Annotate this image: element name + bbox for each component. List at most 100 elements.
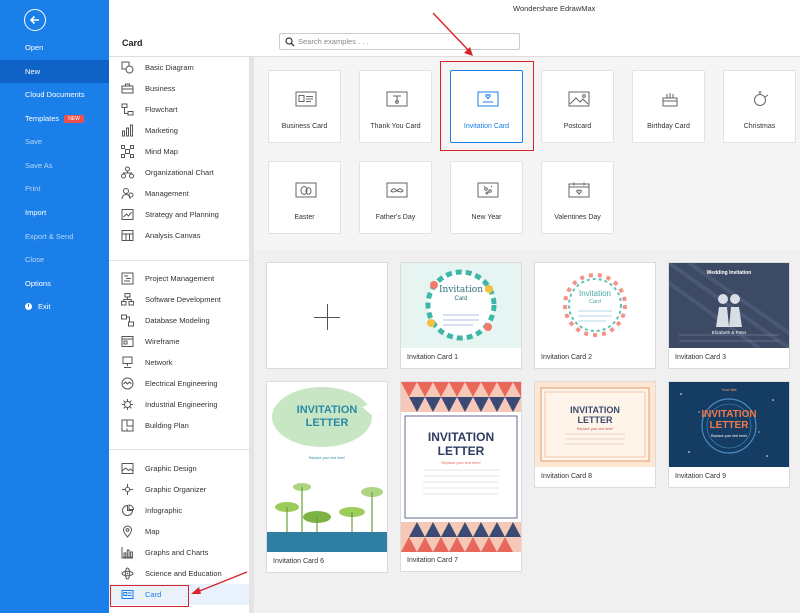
card-type-fathers-day[interactable]: Father's Day [359, 161, 432, 234]
card-type-label: Valentines Day [554, 214, 601, 221]
category-label: Software Development [145, 295, 221, 304]
category-analysis-canvas[interactable]: Analysis Canvas [109, 225, 250, 246]
category-strategy-planning[interactable]: Strategy and Planning [109, 204, 250, 225]
power-icon [25, 303, 32, 310]
category-electrical-engineering[interactable]: Electrical Engineering [109, 373, 250, 394]
category-marketing[interactable]: Marketing [109, 120, 250, 141]
nav-cloud-documents-label: Cloud Documents [25, 90, 85, 99]
nav-new[interactable]: New [0, 60, 109, 83]
nav-save-label: Save [25, 137, 43, 146]
template-thumbnail: Invitation Card [535, 263, 655, 348]
category-graphic-organizer[interactable]: Graphic Organizer [109, 479, 250, 500]
category-mind-map[interactable]: Mind Map [109, 141, 250, 162]
category-industrial-engineering[interactable]: Industrial Engineering [109, 394, 250, 415]
category-building-plan[interactable]: Building Plan [109, 415, 250, 436]
nav-cloud-documents[interactable]: Cloud Documents [0, 83, 109, 106]
thumb-body-text: Replace your text here! [308, 456, 346, 460]
card-type-thank-you-card[interactable]: Thank You Card [359, 70, 432, 143]
postcard-icon [568, 91, 590, 107]
category-wireframe[interactable]: Wireframe [109, 331, 250, 352]
electrical-icon [121, 377, 134, 390]
thumb-title: INVITATION LETTER [427, 430, 495, 458]
nav-print[interactable]: Print [0, 177, 109, 200]
category-business[interactable]: Business [109, 78, 250, 99]
nav-new-label: New [25, 67, 41, 76]
thumb-subtitle: Elizabeth & Peter [711, 330, 747, 335]
search-input[interactable] [298, 35, 513, 48]
card-type-easter[interactable]: Easter [268, 161, 341, 234]
category-project-management[interactable]: Project Management [109, 268, 250, 289]
category-label: Industrial Engineering [145, 400, 218, 409]
category-label: Strategy and Planning [145, 210, 219, 219]
card-type-birthday-card[interactable]: Birthday Card [632, 70, 705, 143]
nav-import[interactable]: Import [0, 201, 109, 224]
infographic-icon [122, 504, 134, 516]
template-invitation-card-1[interactable]: Invitation Card Invitation Card 1 [400, 262, 522, 369]
thumb-top-text: Your title [721, 387, 737, 392]
birthday-card-icon [662, 93, 678, 107]
category-map[interactable]: Map [109, 521, 250, 542]
template-invitation-card-2[interactable]: Invitation Card Invitation Card 2 [534, 262, 656, 369]
category-graphs-charts[interactable]: Graphs and Charts [109, 542, 250, 563]
nav-open-label: Open [25, 43, 44, 52]
nav-close[interactable]: Close [0, 248, 109, 271]
thumb-body-text: Replace your text here! [710, 434, 748, 438]
category-label: Database Modeling [145, 316, 210, 325]
nav-templates[interactable]: Templates NEW [0, 107, 109, 130]
nav-exit[interactable]: Exit [0, 295, 109, 318]
category-label: Wireframe [145, 337, 180, 346]
template-invitation-card-8[interactable]: INVITATION LETTER Replace your text here!… [534, 381, 656, 488]
category-label: Graphic Organizer [145, 485, 207, 494]
nav-open[interactable]: Open [0, 36, 109, 59]
new-badge: NEW [64, 115, 84, 123]
org-chart-icon [121, 166, 134, 179]
plus-icon [326, 304, 328, 330]
nav-import-label: Import [25, 208, 47, 217]
nav-print-label: Print [25, 184, 41, 193]
nav-save-as-label: Save As [25, 161, 53, 170]
christmas-icon [754, 91, 769, 106]
template-invitation-card-6[interactable]: INVITATION LETTER Replace your text here!… [266, 381, 388, 573]
category-network[interactable]: Network [109, 352, 250, 373]
category-flowchart[interactable]: Flowchart [109, 99, 250, 120]
card-type-label: Christmas [743, 123, 776, 130]
new-blank-template[interactable] [266, 262, 388, 369]
category-database-modeling[interactable]: Database Modeling [109, 310, 250, 331]
card-type-label: Thank You Card [370, 123, 421, 130]
card-type-valentines-day[interactable]: Valentines Day [541, 161, 614, 234]
template-invitation-card-9[interactable]: Your title INVITATION LETTER Replace your… [668, 381, 790, 488]
template-invitation-card-7[interactable]: INVITATION LETTER Replace your text here!… [400, 381, 522, 572]
nav-close-label: Close [25, 255, 45, 264]
valentines-icon [568, 182, 590, 198]
category-infographic[interactable]: Infographic [109, 500, 250, 521]
nav-options[interactable]: Options [0, 272, 109, 295]
template-label: Invitation Card 2 [541, 354, 592, 361]
category-basic-diagram[interactable]: Basic Diagram [109, 57, 250, 78]
software-icon [121, 293, 134, 306]
nav-save[interactable]: Save [0, 130, 109, 153]
category-management[interactable]: Management [109, 183, 250, 204]
category-organizational-chart[interactable]: Organizational Chart [109, 162, 250, 183]
triangle-pattern-graphic [401, 382, 521, 552]
category-graphic-design[interactable]: Graphic Design [109, 458, 250, 479]
thumb-body-text: Replace your text here! [576, 427, 614, 431]
back-arrow-icon[interactable] [24, 9, 46, 31]
card-type-new-year[interactable]: New Year [450, 161, 523, 234]
template-invitation-card-3[interactable]: Wedding Invitation Elizabeth & Peter Inv… [668, 262, 790, 369]
organizer-icon [122, 484, 133, 495]
card-type-christmas[interactable]: Christmas [723, 70, 796, 143]
industrial-icon [122, 399, 133, 410]
flowchart-icon [121, 103, 134, 116]
nav-templates-label: Templates [25, 114, 60, 123]
nav-save-as[interactable]: Save As [0, 154, 109, 177]
graphic-design-icon [121, 463, 134, 474]
template-thumbnail: INVITATION LETTER Replace your text here! [401, 382, 521, 552]
search-box[interactable] [279, 33, 520, 50]
category-label: Marketing [145, 126, 178, 135]
category-software-development[interactable]: Software Development [109, 289, 250, 310]
nav-export-send[interactable]: Export & Send [0, 225, 109, 248]
category-label: Graphs and Charts [145, 548, 209, 557]
card-type-postcard[interactable]: Postcard [541, 70, 614, 143]
thumb-title: Invitation [578, 289, 612, 298]
card-type-business-card[interactable]: Business Card [268, 70, 341, 143]
